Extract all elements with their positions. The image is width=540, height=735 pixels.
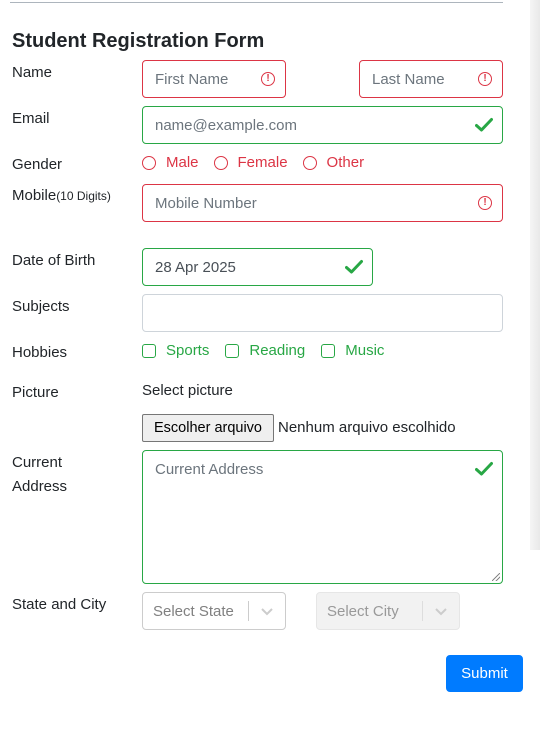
gender-radio-other[interactable]: Other: [302, 154, 364, 171]
invalid-icon: !: [478, 72, 492, 86]
gender-radio-male[interactable]: Male: [142, 154, 199, 171]
hobby-checkbox-reading[interactable]: Reading: [225, 342, 305, 359]
city-select: Select City: [316, 592, 460, 630]
form-title: Student Registration Form: [12, 30, 265, 52]
state-city-label: State and City: [12, 596, 107, 613]
city-placeholder: Select City: [327, 602, 399, 620]
subjects-input[interactable]: [142, 294, 503, 332]
page-edge-shadow: [530, 0, 540, 550]
current-address-label: Current Address: [12, 454, 68, 495]
email-placeholder: name@example.com: [155, 116, 297, 134]
dob-value: 28 Apr 2025: [155, 258, 236, 276]
mobile-label: Mobile(10 Digits): [12, 187, 111, 204]
mobile-placeholder: Mobile Number: [155, 194, 257, 212]
hobby-checkbox-sports[interactable]: Sports: [142, 342, 209, 359]
last-name-input[interactable]: Last Name !: [359, 60, 503, 98]
email-label: Email: [12, 110, 50, 127]
mobile-hint: (10 Digits): [56, 189, 111, 203]
first-name-input[interactable]: First Name !: [142, 60, 286, 98]
gender-radio-female[interactable]: Female: [213, 154, 288, 171]
current-address-textarea[interactable]: Current Address: [142, 450, 503, 584]
checkmark-icon: [475, 461, 493, 477]
invalid-icon: !: [478, 196, 492, 210]
address-placeholder: Current Address: [155, 461, 264, 478]
invalid-icon: !: [261, 72, 275, 86]
email-input[interactable]: name@example.com: [142, 106, 503, 144]
divider: [10, 2, 503, 3]
choose-file-button[interactable]: Escolher arquivo: [142, 414, 274, 442]
first-name-placeholder: First Name: [155, 70, 229, 88]
gender-radio-group: Male Female Other: [142, 154, 379, 171]
hobby-checkbox-music[interactable]: Music: [321, 342, 384, 359]
dob-input[interactable]: 28 Apr 2025: [142, 248, 373, 286]
page-edge: [530, 550, 540, 735]
submit-button[interactable]: Submit: [446, 655, 523, 692]
dob-label: Date of Birth: [12, 252, 96, 269]
state-select[interactable]: Select State: [142, 592, 286, 630]
resize-handle[interactable]: [492, 573, 500, 581]
checkmark-icon: [475, 117, 493, 133]
checkmark-icon: [345, 259, 363, 275]
gender-label: Gender: [12, 156, 63, 173]
last-name-placeholder: Last Name: [372, 70, 445, 88]
chevron-down-icon: [423, 606, 459, 616]
radio-circle-icon[interactable]: [302, 155, 317, 170]
hobbies-label: Hobbies: [12, 344, 68, 361]
name-label: Name: [12, 64, 53, 81]
checkbox-icon[interactable]: [225, 343, 240, 358]
checkbox-icon[interactable]: [321, 343, 336, 358]
mobile-input[interactable]: Mobile Number !: [142, 184, 503, 222]
select-picture-label: Select picture: [142, 382, 233, 399]
radio-circle-icon[interactable]: [213, 155, 228, 170]
checkbox-icon[interactable]: [142, 343, 156, 358]
hobbies-checkbox-group: Sports Reading Music: [142, 342, 400, 359]
subjects-label: Subjects: [12, 298, 70, 315]
radio-circle-icon[interactable]: [142, 155, 156, 170]
chevron-down-icon[interactable]: [249, 606, 285, 616]
file-status-text: Nenhum arquivo escolhido: [278, 419, 456, 436]
picture-label: Picture: [12, 384, 59, 401]
state-placeholder: Select State: [153, 602, 234, 620]
